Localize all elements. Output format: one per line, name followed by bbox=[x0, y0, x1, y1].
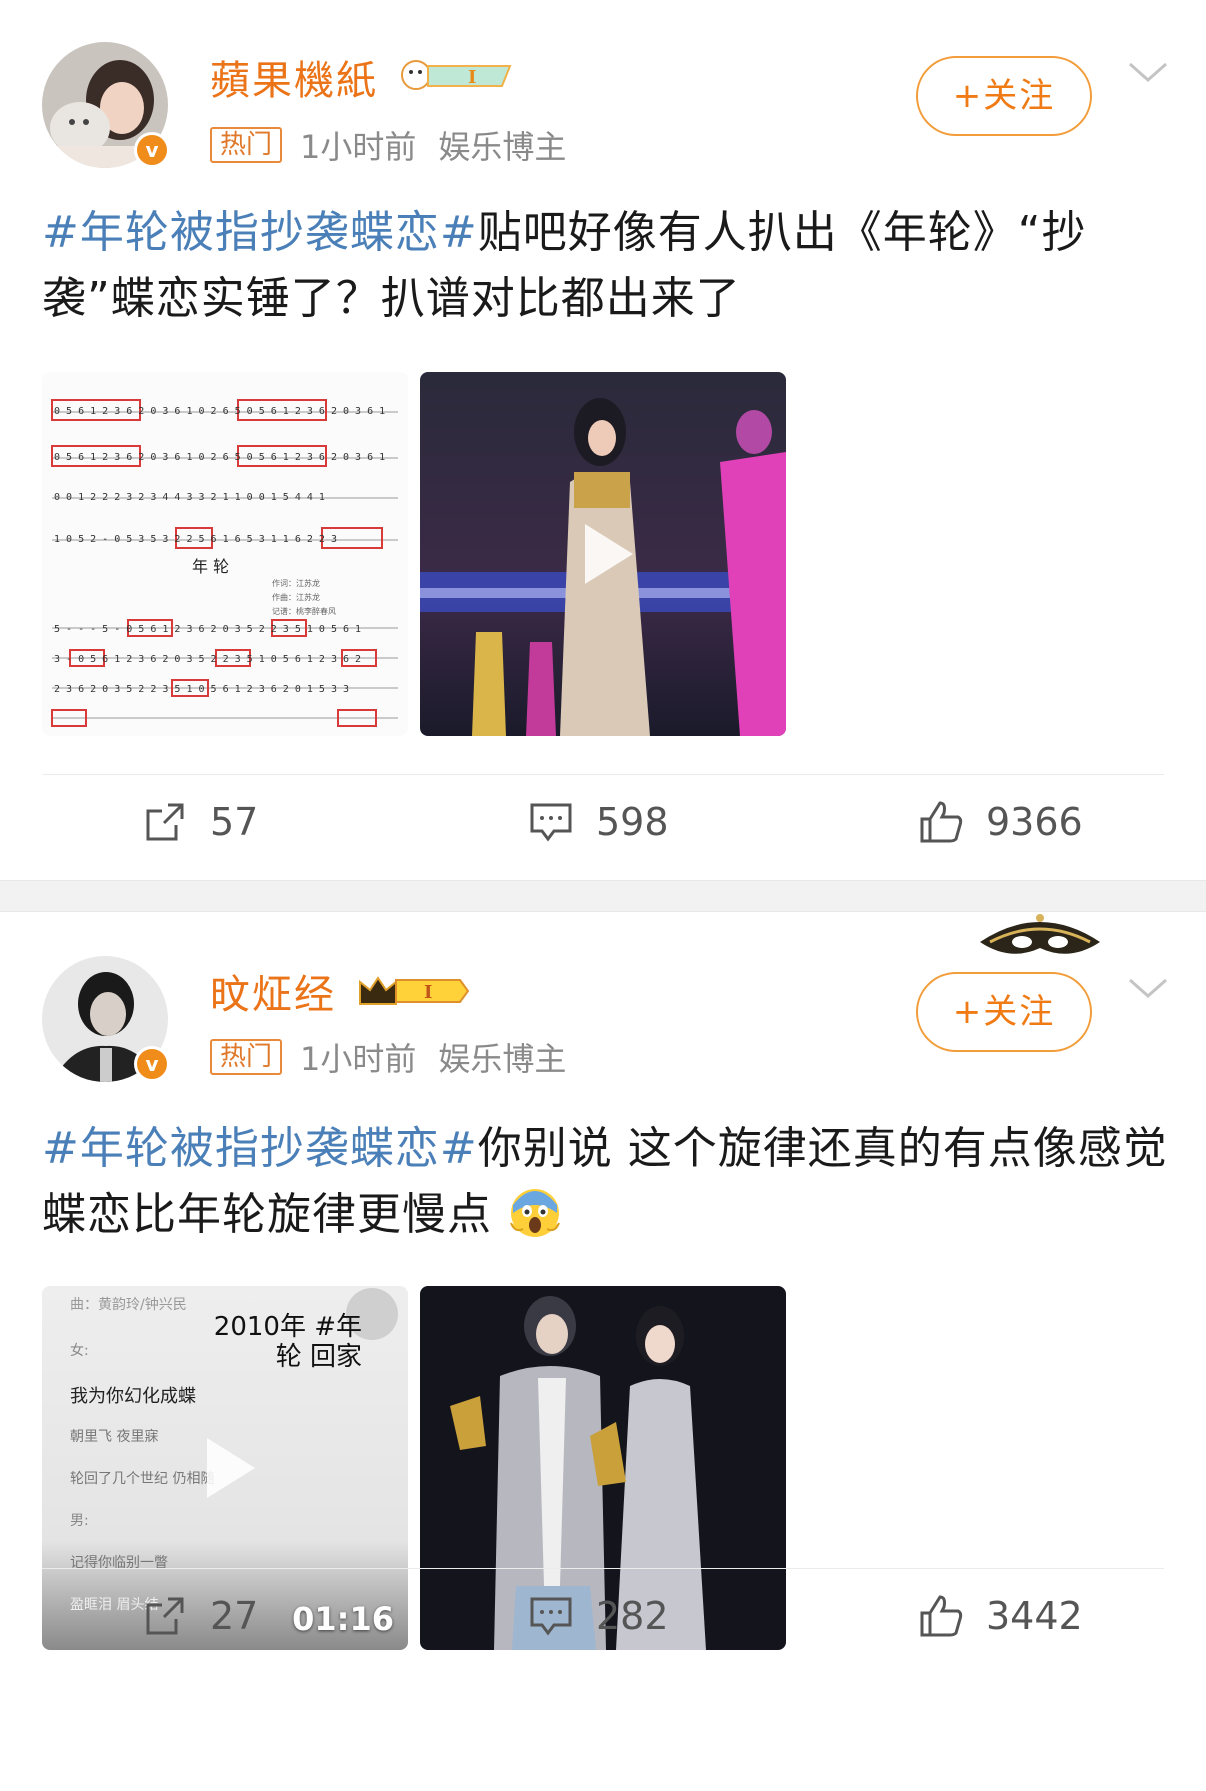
play-icon[interactable] bbox=[553, 504, 653, 604]
like-count: 3442 bbox=[986, 1594, 1083, 1638]
svg-text:0 5 6 1 2 3 6 2 0 3 6 1 0 2 6: 0 5 6 1 2 3 6 2 0 3 6 1 0 2 6 5 0 5 6 1 … bbox=[54, 452, 385, 463]
comment-icon bbox=[530, 1597, 572, 1636]
repost-icon bbox=[146, 803, 184, 841]
lyric-line: 我为你幻化成蝶 bbox=[70, 1386, 196, 1407]
chevron-down-icon[interactable] bbox=[1128, 976, 1168, 1000]
action-bar: 57 598 9366 bbox=[42, 774, 1164, 875]
follow-button[interactable]: +关注 bbox=[916, 56, 1092, 136]
svg-text:2 3 6 2 0 3 5 2 2 3 5 1 0 5 6: 2 3 6 2 0 3 5 2 2 3 5 1 0 5 6 1 2 3 6 2 … bbox=[54, 684, 349, 695]
hot-tag: 热门 bbox=[210, 1039, 283, 1075]
author-role: 娱乐博主 bbox=[438, 128, 567, 166]
comment-icon bbox=[530, 803, 572, 842]
like-count: 9366 bbox=[986, 800, 1083, 844]
sheet-music-image[interactable]: 0 5 6 1 2 3 6 2 0 3 6 1 0 2 6 5 0 5 6 1 … bbox=[42, 372, 408, 736]
like-button[interactable]: 9366 bbox=[918, 799, 1083, 845]
post-meta: 热门 1小时前 娱乐博主 bbox=[210, 1034, 566, 1080]
username[interactable]: 蘋果機紙 bbox=[210, 48, 378, 106]
action-bar: 27 282 3442 bbox=[42, 1568, 1164, 1669]
thumbs-up-icon bbox=[920, 801, 963, 843]
level-badge-icon: I bbox=[401, 60, 512, 90]
svg-text:1 0 5 2 - 0 5 3 5 3 2 2 5 6 1: 1 0 5 2 - 0 5 3 5 3 2 2 5 6 1 6 5 3 1 1 … bbox=[54, 534, 337, 545]
sheet-title: 年 轮 bbox=[192, 557, 229, 576]
scream-emoji-icon bbox=[510, 1189, 560, 1237]
verified-badge-icon: v bbox=[134, 132, 170, 168]
level-badge-icon: I bbox=[359, 976, 470, 1005]
svg-text:I: I bbox=[424, 982, 432, 1003]
post-card[interactable]: v 旼炡经 I 热门 1小时前 娱乐博主 +关注 #年轮被指抄袭蝶恋#你别说 这… bbox=[0, 912, 1206, 1791]
lyric-line: 女: bbox=[70, 1343, 89, 1359]
author-role: 娱乐博主 bbox=[438, 1040, 567, 1078]
like-button[interactable]: 3442 bbox=[918, 1593, 1083, 1639]
svg-text:作词：江苏龙: 作词：江苏龙 bbox=[272, 578, 320, 588]
comment-count: 598 bbox=[596, 800, 669, 844]
hashtag-link[interactable]: #年轮被指抄袭蝶恋# bbox=[42, 1123, 478, 1174]
lyric-line: 朝里飞 夜里寐 bbox=[70, 1429, 159, 1445]
comment-button[interactable]: 598 bbox=[528, 799, 669, 845]
svg-text:0 5 6 1 2 3 6 2 0 3 6 1 0 2 6: 0 5 6 1 2 3 6 2 0 3 6 1 0 2 6 5 0 5 6 1 … bbox=[54, 406, 385, 417]
chevron-down-icon[interactable] bbox=[1128, 60, 1168, 84]
post-card[interactable]: v 蘋果機紙 I 热门 1小时前 娱乐博主 +关注 #年轮被指抄袭蝶恋#贴吧好像… bbox=[0, 0, 1206, 880]
mask-decoration-icon bbox=[980, 914, 1100, 954]
hashtag-link[interactable]: #年轮被指抄袭蝶恋# bbox=[42, 207, 478, 258]
weibo-feed: v 蘋果機紙 I 热门 1小时前 娱乐博主 +关注 #年轮被指抄袭蝶恋#贴吧好像… bbox=[0, 0, 1206, 1791]
svg-text:记谱：桃李醉春风: 记谱：桃李醉春风 bbox=[272, 606, 336, 616]
svg-text:5 - - - 5 - 0 5 6 1 2 3 6 2 0: 5 - - - 5 - 0 5 6 1 2 3 6 2 0 3 5 2 2 3 … bbox=[54, 624, 361, 635]
post-separator bbox=[0, 880, 1206, 912]
svg-text:3 - 0 5 6 1 2 3 6 2 0 3 5 2 2: 3 - 0 5 6 1 2 3 6 2 0 3 5 2 2 3 5 1 0 5 … bbox=[54, 654, 361, 665]
lyric-line: 曲：黄韵玲/钟兴民 bbox=[70, 1297, 187, 1313]
post-content: #年轮被指抄袭蝶恋#贴吧好像有人扒出《年轮》“抄袭”蝶恋实锤了？扒谱对比都出来了 bbox=[42, 200, 1172, 332]
svg-text:0 0 1 2 2 2 3 2 3 4 4 3 3 2 1: 0 0 1 2 2 2 3 2 3 4 4 3 3 2 1 1 0 0 1 5 … bbox=[54, 492, 325, 503]
lyric-line: 男: bbox=[70, 1513, 89, 1529]
post-meta: 热门 1小时前 娱乐博主 bbox=[210, 122, 566, 168]
hot-tag: 热门 bbox=[210, 127, 283, 163]
post-time: 1小时前 bbox=[300, 128, 417, 166]
video-thumbnail[interactable] bbox=[420, 372, 786, 736]
post-time: 1小时前 bbox=[300, 1040, 417, 1078]
verified-badge-icon: v bbox=[134, 1046, 170, 1082]
repost-button[interactable]: 57 bbox=[142, 799, 258, 845]
follow-button[interactable]: +关注 bbox=[916, 972, 1092, 1052]
comment-button[interactable]: 282 bbox=[528, 1593, 669, 1639]
thumbs-up-icon bbox=[920, 1595, 963, 1637]
repost-count: 57 bbox=[210, 800, 259, 844]
post-content: #年轮被指抄袭蝶恋#你别说 这个旋律还真的有点像感觉蝶恋比年轮旋律更慢点 bbox=[42, 1116, 1172, 1248]
repost-count: 27 bbox=[210, 1594, 259, 1638]
repost-button[interactable]: 27 bbox=[142, 1593, 258, 1639]
username[interactable]: 旼炡经 bbox=[210, 962, 336, 1020]
video-overlay-title: 2010年 #年轮 回家 bbox=[213, 1312, 362, 1372]
svg-text:作曲：江苏龙: 作曲：江苏龙 bbox=[272, 592, 320, 602]
comment-count: 282 bbox=[596, 1594, 669, 1638]
repost-icon bbox=[146, 1597, 184, 1635]
play-icon[interactable] bbox=[175, 1418, 275, 1518]
svg-text:I: I bbox=[468, 67, 476, 88]
